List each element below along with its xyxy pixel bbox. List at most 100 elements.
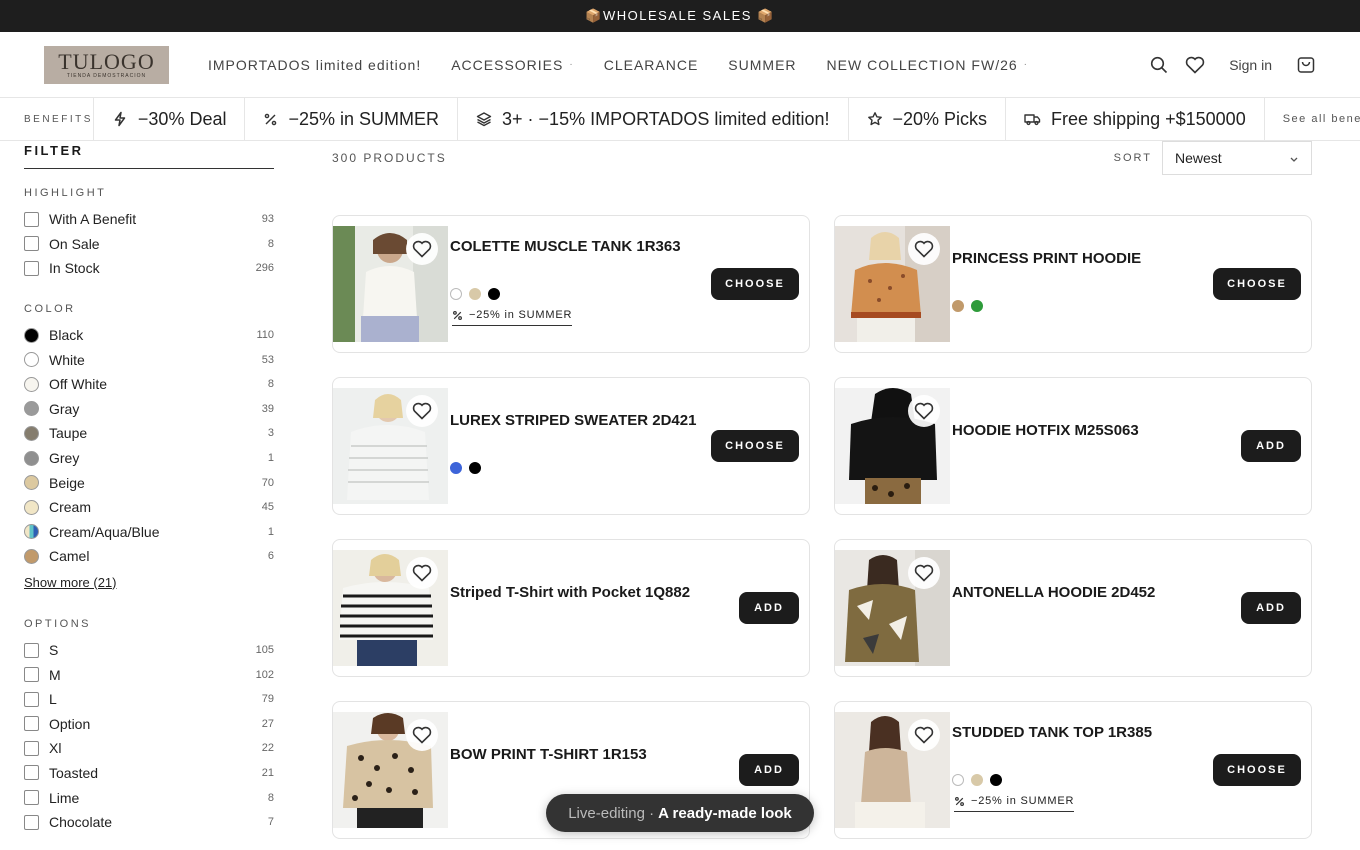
product-card[interactable]: PRINCESS PRINT HOODIE CHOOSE (834, 215, 1312, 353)
color-filter-option[interactable]: Gray 39 (24, 397, 274, 422)
color-swatch[interactable] (24, 548, 39, 564)
color-swatch[interactable] (24, 499, 39, 515)
product-name[interactable]: BOW PRINT T-SHIRT 1R153 (450, 746, 647, 763)
choose-options-button[interactable]: CHOOSE (1213, 754, 1301, 786)
filter-option[interactable]: With A Benefit 93 (24, 207, 274, 232)
filter-option[interactable]: Chocolate 7 (24, 810, 274, 835)
heart-icon[interactable] (406, 395, 438, 427)
checkbox[interactable] (24, 716, 39, 732)
filter-option[interactable]: Xl 22 (24, 736, 274, 761)
heart-icon[interactable] (406, 719, 438, 751)
color-filter-option[interactable]: Beige 70 (24, 470, 274, 495)
heart-icon[interactable] (908, 557, 940, 589)
product-name[interactable]: ANTONELLA HOODIE 2D452 (952, 584, 1155, 601)
cart-icon[interactable] (1296, 55, 1316, 75)
color-swatch[interactable] (469, 288, 481, 300)
color-swatch[interactable] (952, 774, 964, 786)
color-swatch[interactable] (24, 352, 39, 368)
product-card[interactable]: Striped T-Shirt with Pocket 1Q882 ADD (332, 539, 810, 677)
filter-option[interactable]: On Sale 8 (24, 232, 274, 257)
checkbox[interactable] (24, 790, 39, 806)
color-swatch[interactable] (24, 425, 39, 441)
color-filter-option[interactable]: Cream/Aqua/Blue 1 (24, 520, 274, 545)
add-to-cart-button[interactable]: ADD (1241, 430, 1301, 462)
add-to-cart-button[interactable]: ADD (1241, 592, 1301, 624)
color-swatch[interactable] (450, 288, 462, 300)
checkbox[interactable] (24, 814, 39, 830)
product-name[interactable]: Striped T-Shirt with Pocket 1Q882 (450, 584, 690, 601)
filter-option[interactable]: Lime 8 (24, 785, 274, 810)
choose-options-button[interactable]: CHOOSE (1213, 268, 1301, 300)
heart-icon[interactable] (1185, 55, 1205, 75)
filter-option[interactable]: Toasted 21 (24, 761, 274, 786)
add-to-cart-button[interactable]: ADD (739, 592, 799, 624)
product-card[interactable]: COLETTE MUSCLE TANK 1R363 −25% in SUMMER C… (332, 215, 810, 353)
product-card[interactable]: ANTONELLA HOODIE 2D452 ADD (834, 539, 1312, 677)
checkbox[interactable] (24, 236, 39, 252)
live-editing-toast[interactable]: Live-editing · A ready-made look (546, 794, 814, 832)
filter-option[interactable]: Option 27 (24, 712, 274, 737)
color-swatch[interactable] (450, 462, 462, 474)
nav-item[interactable]: CLEARANCE (604, 57, 699, 73)
color-swatch[interactable] (469, 462, 481, 474)
product-name[interactable]: COLETTE MUSCLE TANK 1R363 (450, 238, 681, 255)
color-swatch[interactable] (488, 288, 500, 300)
checkbox[interactable] (24, 765, 39, 781)
nav-item[interactable]: SUMMER (728, 57, 796, 73)
benefit-item[interactable]: −20% Picks (849, 98, 1007, 140)
color-swatch[interactable] (24, 327, 39, 343)
filter-option[interactable]: S 105 (24, 638, 274, 663)
heart-icon[interactable] (406, 557, 438, 589)
color-filter-option[interactable]: Black 110 (24, 323, 274, 348)
color-filter-option[interactable]: Camel 6 (24, 544, 274, 569)
product-name[interactable]: HOODIE HOTFIX M25S063 (952, 422, 1139, 439)
checkbox[interactable] (24, 691, 39, 707)
color-swatch[interactable] (952, 300, 964, 312)
checkbox[interactable] (24, 642, 39, 658)
see-all-benefits-link[interactable]: See all benefits → (1265, 98, 1360, 140)
color-swatch[interactable] (971, 774, 983, 786)
color-swatch[interactable] (24, 376, 39, 392)
nav-item[interactable]: NEW COLLECTION FW/26 · (827, 57, 1028, 73)
sign-in-link[interactable]: Sign in (1229, 57, 1272, 73)
color-filter-option[interactable]: Taupe 3 (24, 421, 274, 446)
product-card[interactable]: LUREX STRIPED SWEATER 2D421 CHOOSE (332, 377, 810, 515)
benefit-item[interactable]: −25% in SUMMER (245, 98, 459, 140)
add-to-cart-button[interactable]: ADD (739, 754, 799, 786)
color-swatch[interactable] (990, 774, 1002, 786)
color-swatch[interactable] (24, 401, 39, 417)
store-logo[interactable]: TULOGO TIENDA DEMOSTRACION (44, 45, 169, 84)
search-icon[interactable] (1149, 55, 1169, 75)
color-swatch[interactable] (971, 300, 983, 312)
choose-options-button[interactable]: CHOOSE (711, 430, 799, 462)
color-filter-option[interactable]: Grey 1 (24, 446, 274, 471)
color-swatch[interactable] (24, 524, 39, 540)
product-name[interactable]: PRINCESS PRINT HOODIE (952, 250, 1141, 267)
benefit-item[interactable]: −30% Deal (94, 98, 246, 140)
sort-select[interactable]: Newest (1162, 141, 1312, 175)
checkbox[interactable] (24, 740, 39, 756)
heart-icon[interactable] (406, 233, 438, 265)
nav-item[interactable]: ACCESSORIES · (451, 57, 573, 73)
color-swatch[interactable] (24, 450, 39, 466)
heart-icon[interactable] (908, 395, 940, 427)
benefit-item[interactable]: 3+ · −15% IMPORTADOS limited edition! (458, 98, 849, 140)
filter-option[interactable]: In Stock 296 (24, 256, 274, 281)
color-filter-option[interactable]: White 53 (24, 347, 274, 372)
color-swatch[interactable] (24, 475, 39, 491)
show-more-colors-link[interactable]: Show more (21) (24, 575, 116, 590)
product-card[interactable]: STUDDED TANK TOP 1R385 −25% in SUMMER CHOO… (834, 701, 1312, 839)
filter-option[interactable]: L 79 (24, 687, 274, 712)
color-filter-option[interactable]: Cream 45 (24, 495, 274, 520)
checkbox[interactable] (24, 211, 39, 227)
product-card[interactable]: HOODIE HOTFIX M25S063 ADD (834, 377, 1312, 515)
nav-item[interactable]: IMPORTADOS limited edition! (208, 57, 421, 73)
benefit-item[interactable]: Free shipping +$150000 (1006, 98, 1265, 140)
checkbox[interactable] (24, 667, 39, 683)
heart-icon[interactable] (908, 233, 940, 265)
filter-option[interactable]: M 102 (24, 662, 274, 687)
product-name[interactable]: STUDDED TANK TOP 1R385 (952, 724, 1152, 741)
color-filter-option[interactable]: Off White 8 (24, 372, 274, 397)
heart-icon[interactable] (908, 719, 940, 751)
product-name[interactable]: LUREX STRIPED SWEATER 2D421 (450, 412, 696, 429)
